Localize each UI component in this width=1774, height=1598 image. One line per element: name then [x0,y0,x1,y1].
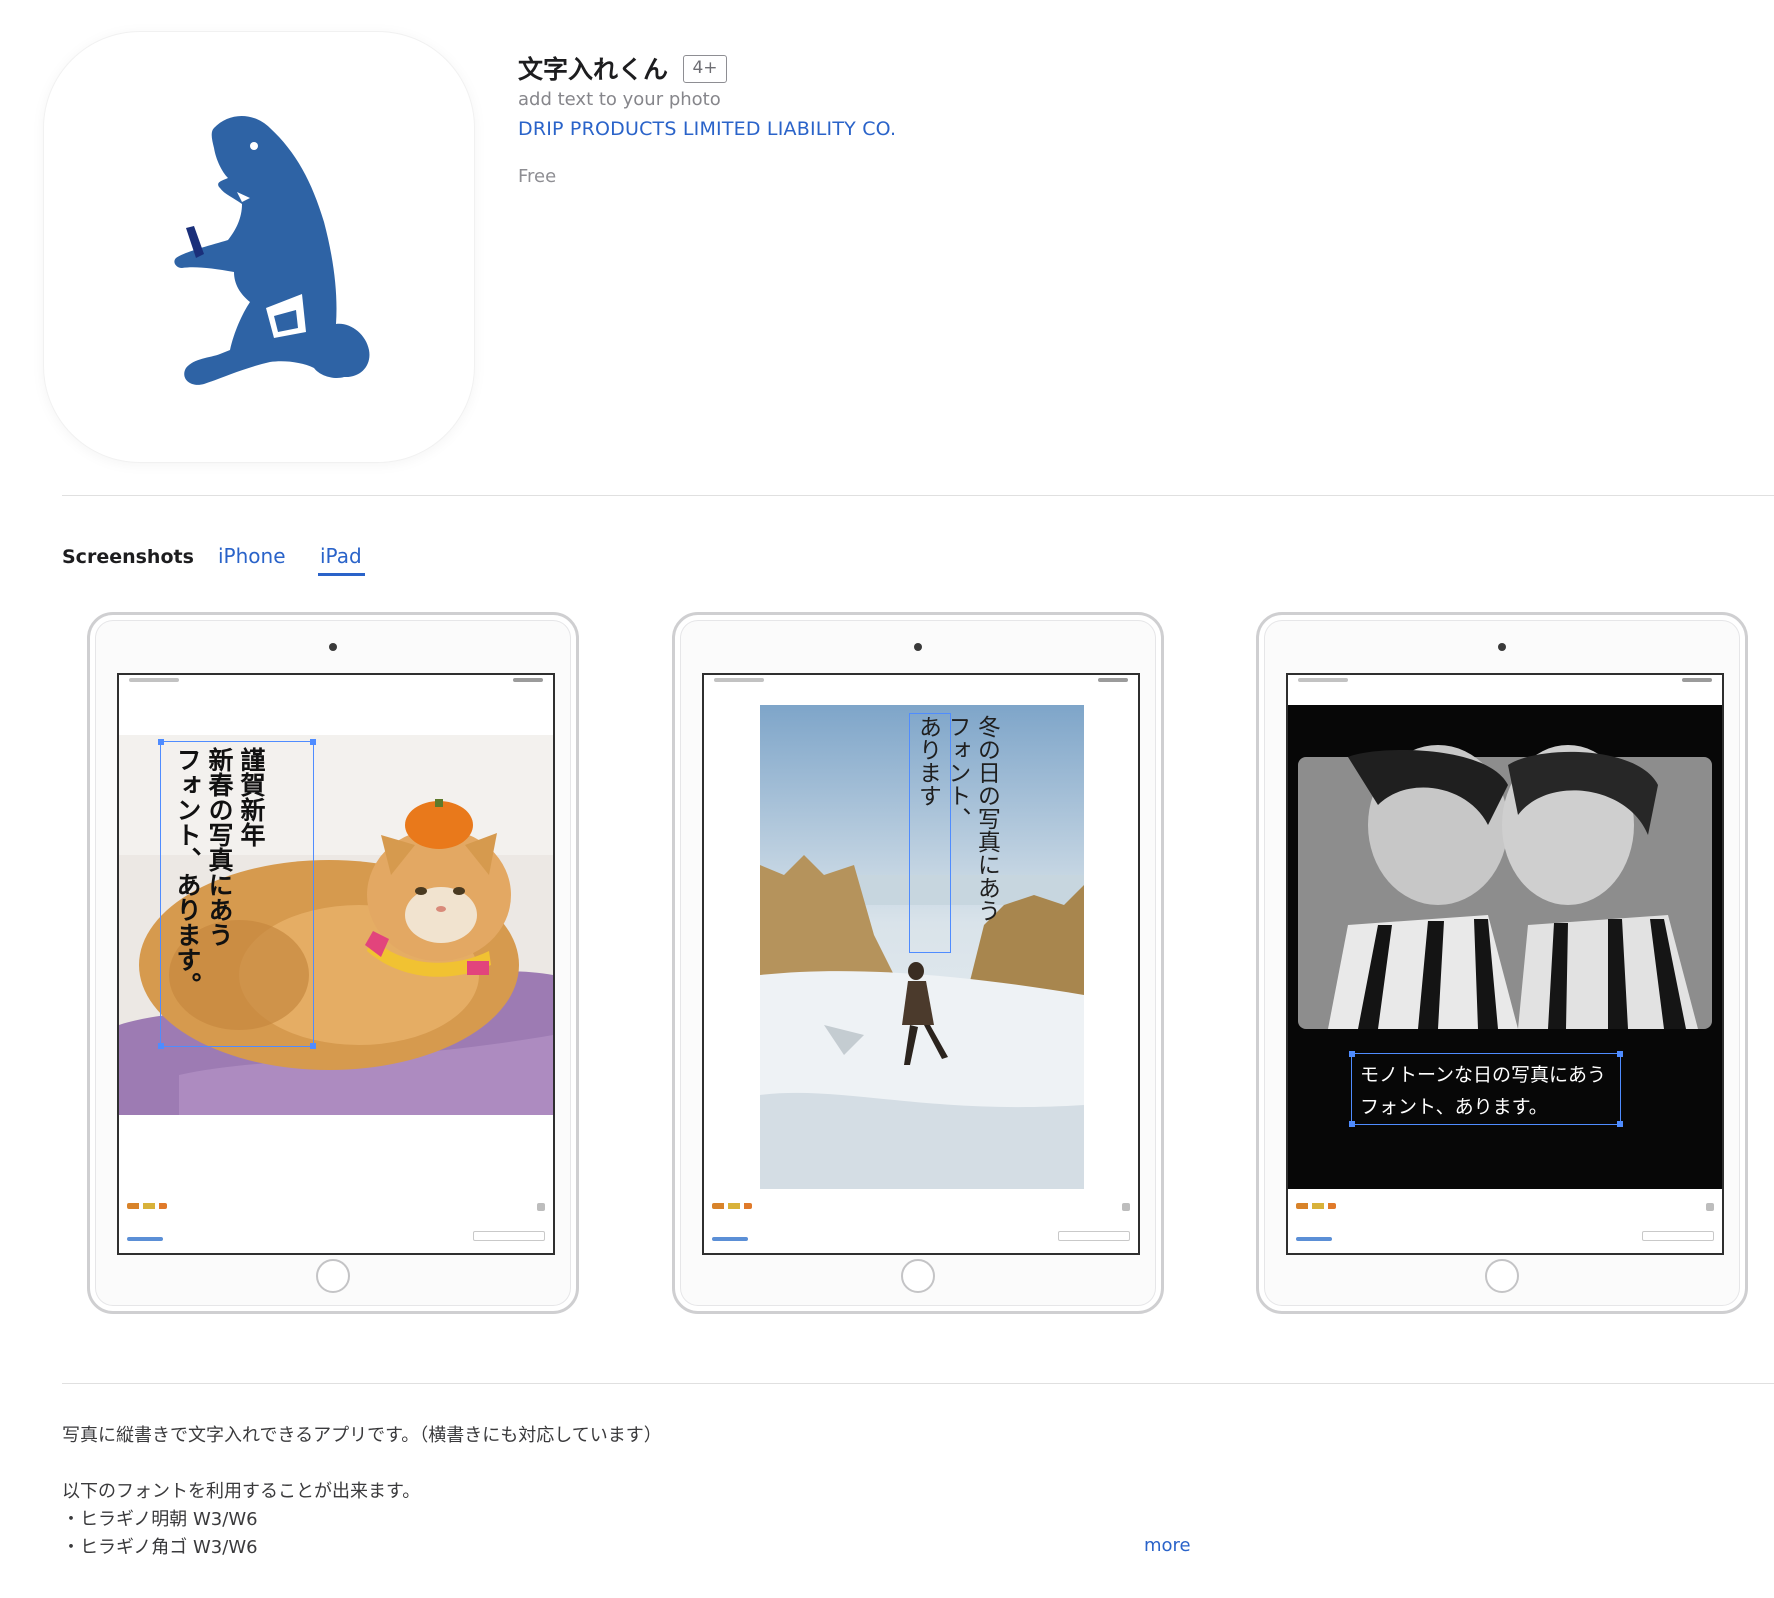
caption-line: モノトーンな日の写真にあう [1360,1064,1607,1086]
age-rating-badge: 4+ [683,55,727,83]
home-button [1485,1259,1519,1293]
caption-line: 謹賀新年 [237,747,266,847]
tab-iphone[interactable]: iPhone [218,544,286,568]
tab-ipad[interactable]: iPad [320,544,362,568]
app-description: 写真に縦書きで文字入れできるアプリです。（横書きにも対応しています） 以下のフォ… [62,1422,662,1562]
caption-line: 冬の日の写真にあう [973,715,1000,922]
screenshot-card[interactable]: 冬の日の写真にあう フォント、 あります [672,612,1164,1314]
caption-line: フォント、 [943,715,970,830]
tab-selected-indicator [318,573,365,576]
description-line: ・ヒラギノ明朝 W3/W6 [62,1509,258,1530]
screenshot-screen: モノトーンな日の写真にあう フォント、あります。 [1286,673,1724,1255]
divider [62,1383,1774,1384]
app-title: 文字入れくん [518,55,669,84]
screenshot-card[interactable]: モノトーンな日の写真にあう フォント、あります。 [1256,612,1748,1314]
description-line: ・ヒラギノ角ゴ W3/W6 [62,1537,258,1558]
caption-line: フォント、あります。 [173,747,202,997]
home-button [316,1259,350,1293]
caption-line: あります [914,715,941,807]
home-button [901,1259,935,1293]
caption-line: 新春の写真にあう [205,747,234,947]
price-label: Free [518,166,557,187]
divider [62,495,1774,496]
vertical-caption: 冬の日の写真にあう フォント、 あります [912,715,1000,965]
camera-dot [914,643,922,651]
developer-link[interactable]: DRIP PRODUCTS LIMITED LIABILITY CO. [518,118,896,140]
horizontal-caption: モノトーンな日の写真にあう フォント、あります。 [1360,1059,1606,1123]
camera-dot [1498,643,1506,651]
description-line [62,1450,662,1478]
bear-logo-icon [174,116,370,385]
caption-line: フォント、あります。 [1360,1096,1548,1118]
editor-toolbar[interactable] [1294,1199,1716,1247]
editor-toolbar[interactable] [125,1199,547,1247]
description-line: 以下のフォントを利用することが出来ます。 [62,1481,421,1502]
camera-dot [329,643,337,651]
screenshot-screen: 謹賀新年 新春の写真にあう フォント、あります。 [117,673,555,1255]
app-icon [44,32,474,462]
vertical-caption: 謹賀新年 新春の写真にあう フォント、あります。 [171,747,267,1047]
screenshot-card[interactable]: 謹賀新年 新春の写真にあう フォント、あります。 [87,612,579,1314]
app-subtitle: add text to your photo [518,89,721,110]
more-link[interactable]: more [1144,1535,1191,1556]
portrait-photo [1288,705,1722,1189]
editor-toolbar[interactable] [710,1199,1132,1247]
description-line: 写真に縦書きで文字入れできるアプリです。（横書きにも対応しています） [62,1425,662,1446]
screenshots-section-title: Screenshots [62,546,194,568]
screenshot-screen: 冬の日の写真にあう フォント、 あります [702,673,1140,1255]
